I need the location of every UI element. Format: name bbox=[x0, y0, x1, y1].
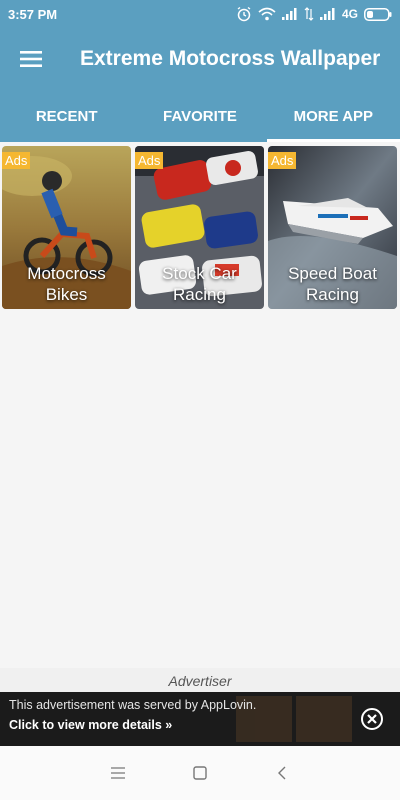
menu-icon bbox=[20, 51, 42, 67]
ads-badge: Ads bbox=[268, 152, 297, 169]
tab-favorite[interactable]: FAVORITE bbox=[133, 90, 266, 142]
ad-banner[interactable]: This advertisement was served by AppLovi… bbox=[0, 692, 400, 746]
nav-menu-icon bbox=[111, 767, 125, 779]
ad-details-link[interactable]: Click to view more details » bbox=[9, 718, 172, 732]
network-type: 4G bbox=[341, 7, 358, 21]
app-label: Speed Boat Racing bbox=[288, 264, 377, 304]
ad-served-text: This advertisement was served by AppLovi… bbox=[9, 698, 257, 712]
menu-button[interactable] bbox=[0, 28, 62, 90]
ads-badge: Ads bbox=[135, 152, 164, 169]
signal-icon bbox=[319, 8, 335, 20]
ads-badge: Ads bbox=[2, 152, 31, 169]
status-time: 3:57 PM bbox=[8, 6, 58, 22]
system-nav-bar bbox=[0, 746, 400, 800]
advertiser-label: Advertiser bbox=[0, 668, 400, 692]
status-bar: 3:57 PM 4G bbox=[0, 0, 400, 28]
app-label: Motocross Bikes bbox=[27, 264, 106, 304]
tab-bar: RECENT FAVORITE MORE APP bbox=[0, 90, 400, 142]
ad-close-button[interactable] bbox=[361, 708, 383, 730]
app-bar: Extreme Motocross Wallpaper bbox=[0, 28, 400, 90]
close-icon bbox=[367, 714, 377, 724]
wifi-icon bbox=[258, 7, 276, 21]
alarm-icon bbox=[237, 6, 251, 22]
data-transfer-icon bbox=[304, 7, 314, 21]
app-grid: Ads Motocross Bikes Ads Stock Car Racing bbox=[2, 146, 398, 309]
app-card-stock-car-racing[interactable]: Ads Stock Car Racing bbox=[135, 146, 264, 309]
signal-icon bbox=[281, 8, 297, 20]
app-card-motocross-bikes[interactable]: Ads Motocross Bikes bbox=[2, 146, 131, 309]
app-label: Stock Car Racing bbox=[162, 264, 237, 304]
tab-more-app[interactable]: MORE APP bbox=[266, 90, 400, 142]
nav-home-icon bbox=[193, 766, 207, 780]
status-icons: 4G bbox=[236, 6, 392, 22]
battery-icon bbox=[364, 7, 392, 21]
app-card-speed-boat-racing[interactable]: Ads Speed Boat Racing bbox=[268, 146, 397, 309]
nav-back-button[interactable] bbox=[270, 761, 294, 785]
nav-home-button[interactable] bbox=[188, 761, 212, 785]
tab-recent[interactable]: RECENT bbox=[0, 90, 133, 142]
ad-thumbnail bbox=[296, 696, 352, 742]
nav-menu-button[interactable] bbox=[106, 761, 130, 785]
nav-back-icon bbox=[278, 766, 286, 780]
page-title: Extreme Motocross Wallpaper bbox=[80, 47, 381, 70]
